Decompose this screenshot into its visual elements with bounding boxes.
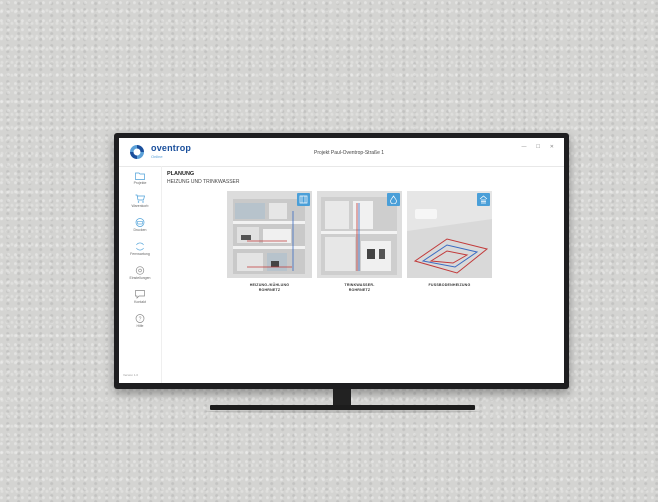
- sidebar-item-label: Kontakt: [134, 300, 146, 304]
- window-controls[interactable]: — ☐ ✕: [522, 144, 558, 150]
- tile-label: FUSSBODENHEIZUNG: [407, 283, 492, 288]
- svg-text:?: ?: [139, 316, 142, 322]
- project-title: Projekt Paul-Oventrop-Straße 1: [313, 150, 385, 156]
- sidebar-item-hilfe[interactable]: ? Hilfe: [119, 314, 161, 328]
- tile-label-line2: ROHRNETZ: [348, 288, 371, 292]
- print-icon: [135, 218, 145, 227]
- tile-label: HEIZUNG-/KÜHLUNG ROHRNETZ: [227, 283, 312, 293]
- floor-heating-illustration: [407, 191, 492, 278]
- cart-icon: [135, 194, 145, 203]
- page-subtitle: HEIZUNG UND TRINKWASSER: [167, 179, 240, 185]
- tile-label-line1: FUSSBODENHEIZUNG: [428, 283, 471, 287]
- help-icon: ?: [135, 314, 145, 323]
- sidebar-item-fernwartung[interactable]: Fernwartung: [119, 242, 161, 256]
- tile-label-line1: HEIZUNG-/KÜHLUNG: [249, 283, 290, 287]
- bathroom-illustration: [317, 191, 402, 278]
- page-title: PLANUNG: [167, 171, 195, 177]
- gear-icon: [135, 266, 145, 275]
- sidebar-item-label: Warenkorb: [131, 204, 149, 208]
- app-window: oventrop Online Projekt Paul-Oventrop-St…: [119, 138, 564, 383]
- tv-stand-shadow: [205, 410, 480, 413]
- tile-label-line2: ROHRNETZ: [258, 288, 281, 292]
- sidebar-item-label: Drucken: [133, 228, 147, 232]
- brand-subtitle: Online: [151, 154, 163, 159]
- sidebar-item-label: Hilfe: [136, 324, 144, 328]
- floor-heating-icon: [477, 193, 490, 206]
- sidebar-item-einstellungen[interactable]: Einstellungen: [119, 266, 161, 280]
- oventrop-logo-icon: [130, 145, 144, 159]
- title-bar: oventrop Online Projekt Paul-Oventrop-St…: [119, 138, 564, 167]
- tile-fussbodenheizung[interactable]: FUSSBODENHEIZUNG: [407, 191, 492, 288]
- tile-heizung-kuehlung[interactable]: HEIZUNG-/KÜHLUNG ROHRNETZ: [227, 191, 312, 293]
- sidebar-item-label: Einstellungen: [129, 276, 151, 280]
- sidebar: Projekte Warenkorb Drucken Fernwartung E…: [119, 166, 162, 383]
- building-illustration: [227, 191, 312, 278]
- sidebar-item-warenkorb[interactable]: Warenkorb: [119, 194, 161, 208]
- sidebar-item-label: Fernwartung: [130, 252, 150, 256]
- sidebar-item-drucken[interactable]: Drucken: [119, 218, 161, 232]
- sidebar-item-label: Projekte: [133, 181, 147, 185]
- version-label: Version 1.0: [123, 373, 139, 377]
- radiator-icon: [297, 193, 310, 206]
- tile-trinkwasser[interactable]: TRINKWASSER- ROHRNETZ: [317, 191, 402, 293]
- water-drop-icon: [387, 193, 400, 206]
- folder-icon: [135, 172, 145, 180]
- sync-icon: [136, 242, 144, 251]
- chat-icon: [135, 290, 145, 299]
- sidebar-item-projekte[interactable]: Projekte: [119, 172, 161, 185]
- brand-name: oventrop: [151, 143, 192, 153]
- sidebar-item-kontakt[interactable]: Kontakt: [119, 290, 161, 304]
- tile-label-line1: TRINKWASSER-: [344, 283, 375, 287]
- tile-label: TRINKWASSER- ROHRNETZ: [317, 283, 402, 293]
